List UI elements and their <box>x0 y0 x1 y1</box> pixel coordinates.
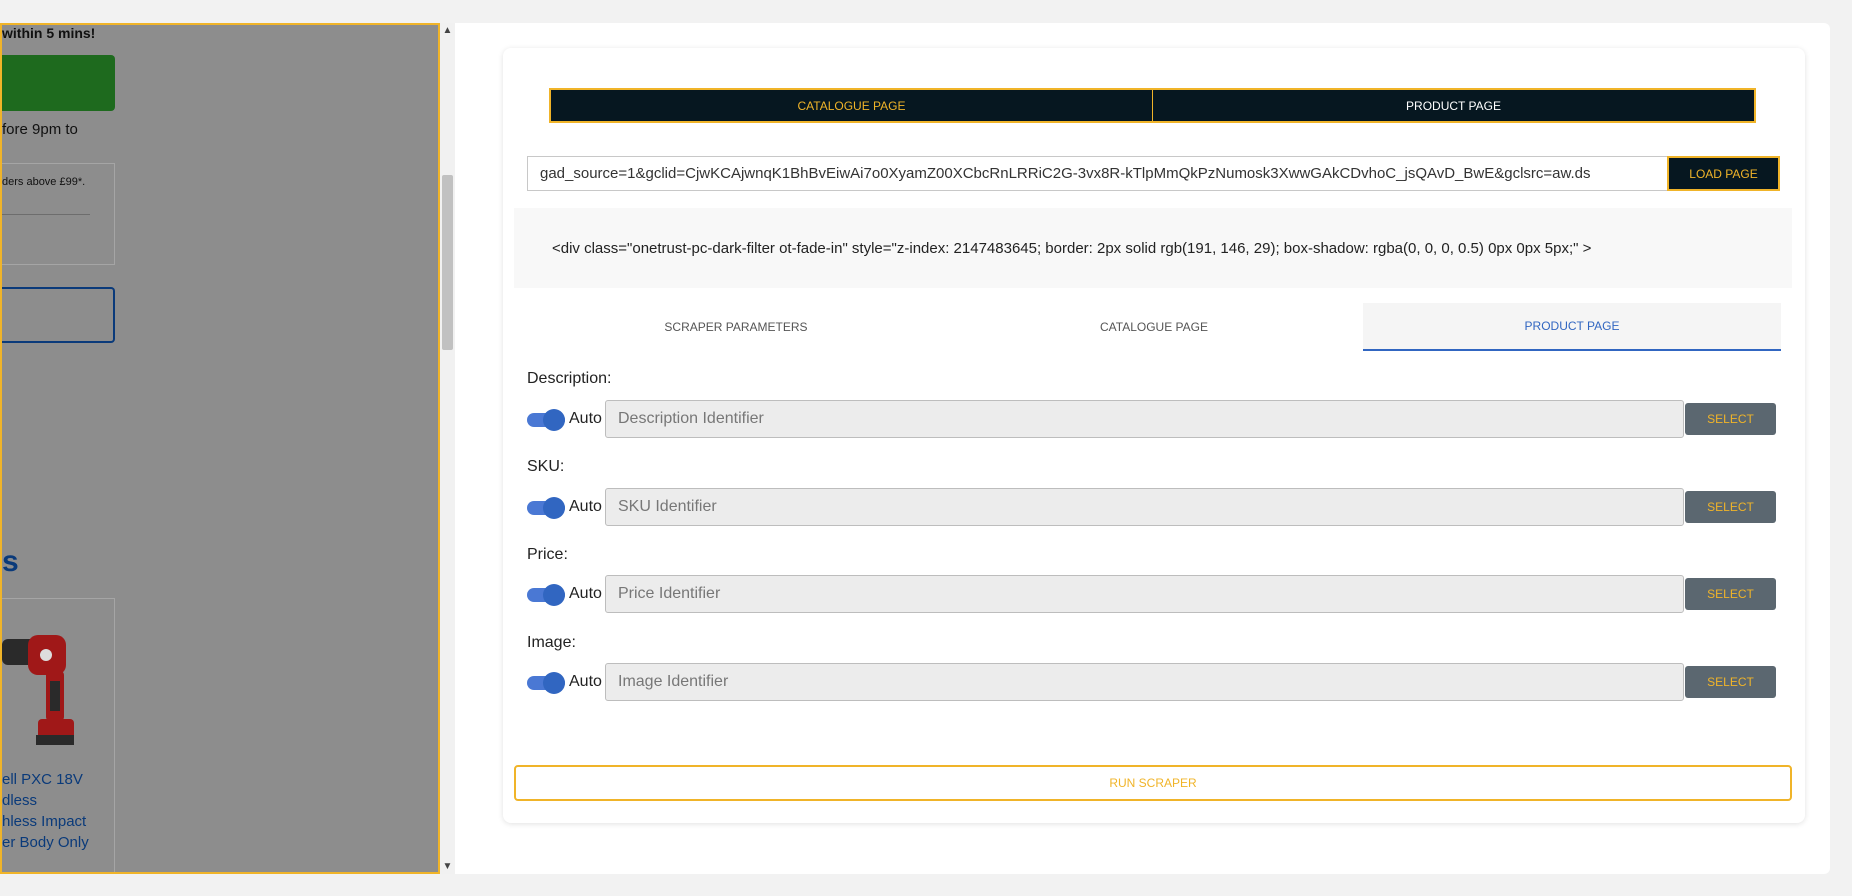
rating-stars: ★★★ <box>2 871 40 872</box>
description-select-button[interactable]: SELECT <box>1685 403 1776 435</box>
section-heading: s <box>2 545 19 578</box>
drill-product-image <box>2 635 74 745</box>
auto-label: Auto <box>569 673 602 690</box>
order-cutoff-text: fore 9pm to <box>2 121 78 138</box>
product-card[interactable]: ell PXC 18V dless hless Impact er Body O… <box>2 598 115 872</box>
tab-catalogue-page[interactable]: CATALOGUE PAGE <box>551 90 1153 121</box>
image-field-row: Auto SELECT <box>527 663 1781 701</box>
page-mode-tabs: CATALOGUE PAGE PRODUCT PAGE <box>549 88 1756 123</box>
load-page-button[interactable]: LOAD PAGE <box>1667 156 1780 191</box>
product-name-line: er Body Only <box>2 834 89 851</box>
page-preview-frame[interactable]: within 5 mins! fore 9pm to ders above £9… <box>0 23 440 874</box>
description-label: Description: <box>527 370 612 387</box>
url-input[interactable] <box>527 156 1667 191</box>
tab-product-page[interactable]: PRODUCT PAGE <box>1153 90 1754 121</box>
free-delivery-text: ders above £99*. <box>2 176 86 188</box>
description-identifier-input[interactable] <box>605 400 1684 438</box>
scroll-down-icon[interactable]: ▼ <box>440 859 455 874</box>
scroll-up-icon[interactable]: ▲ <box>440 23 455 38</box>
preview-scrollbar[interactable]: ▲ ▼ <box>440 23 455 874</box>
selected-element-display: <div class="onetrust-pc-dark-filter ot-f… <box>514 208 1792 288</box>
description-auto-toggle[interactable] <box>527 409 565 431</box>
scrollbar-thumb[interactable] <box>442 175 453 350</box>
run-scraper-button[interactable]: RUN SCRAPER <box>514 765 1792 801</box>
auto-label: Auto <box>569 498 602 515</box>
selected-element-html: <div class="onetrust-pc-dark-filter ot-f… <box>552 239 1592 257</box>
sku-field-row: Auto SELECT <box>527 488 1781 526</box>
image-label: Image: <box>527 634 576 651</box>
product-name-link[interactable]: ell PXC 18V dless hless Impact er Body O… <box>2 769 112 853</box>
price-label: Price: <box>527 546 568 563</box>
outlined-button[interactable] <box>2 287 115 343</box>
sku-label: SKU: <box>527 458 565 475</box>
sku-select-button[interactable]: SELECT <box>1685 491 1776 523</box>
price-auto-toggle[interactable] <box>527 584 565 606</box>
delivery-text: within 5 mins! <box>2 25 96 41</box>
image-select-button[interactable]: SELECT <box>1685 666 1776 698</box>
description-field-row: Auto SELECT <box>527 400 1781 438</box>
auto-label: Auto <box>569 585 602 602</box>
product-name-line: hless Impact <box>2 813 87 830</box>
product-name-line: ell PXC 18V <box>2 771 83 788</box>
image-auto-toggle[interactable] <box>527 672 565 694</box>
price-identifier-input[interactable] <box>605 575 1684 613</box>
auto-label: Auto <box>569 410 602 427</box>
sku-identifier-input[interactable] <box>605 488 1684 526</box>
delivery-info-box: ders above £99*. <box>2 163 115 265</box>
price-field-row: Auto SELECT <box>527 575 1781 613</box>
tab-product-page-settings[interactable]: PRODUCT PAGE <box>1363 303 1781 351</box>
sku-auto-toggle[interactable] <box>527 497 565 519</box>
image-identifier-input[interactable] <box>605 663 1684 701</box>
divider <box>2 214 90 215</box>
tab-scraper-parameters[interactable]: SCRAPER PARAMETERS <box>527 303 945 351</box>
tab-catalogue-page-settings[interactable]: CATALOGUE PAGE <box>945 303 1363 351</box>
price-select-button[interactable]: SELECT <box>1685 578 1776 610</box>
add-to-basket-button[interactable] <box>2 55 115 111</box>
settings-tabs: SCRAPER PARAMETERS CATALOGUE PAGE PRODUC… <box>527 303 1781 351</box>
product-name-line: dless <box>2 792 38 809</box>
url-bar: LOAD PAGE <box>527 156 1780 191</box>
